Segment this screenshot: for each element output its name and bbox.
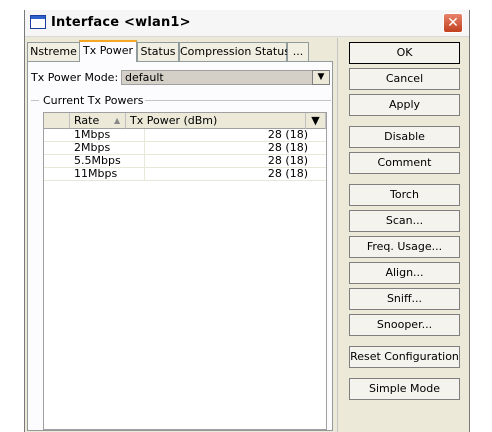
tab-more[interactable]: ... [287, 42, 309, 61]
tab-compression-status[interactable]: Compression Status [179, 42, 290, 61]
cell-rate: 11Mbps [74, 167, 118, 180]
freq-usage-button[interactable]: Freq. Usage... [349, 236, 460, 258]
column-header-rate[interactable]: Rate ▲ [70, 113, 126, 129]
row-header-corner [44, 113, 70, 129]
cell-tx-power: 28 (18) [267, 154, 308, 167]
column-header-rate-label: Rate [74, 114, 100, 127]
cell-rate: 1Mbps [74, 128, 111, 141]
close-button[interactable]: ✕ [443, 13, 463, 33]
cell-tx-power: 28 (18) [267, 128, 308, 141]
tab-status[interactable]: Status [137, 42, 179, 61]
button-column-separator [337, 38, 338, 432]
current-tx-powers-label: Current Tx Powers [43, 94, 144, 107]
tx-power-mode-label: Tx Power Mode: [31, 71, 119, 84]
apply-button[interactable]: Apply [349, 94, 460, 116]
column-header-tx-power[interactable]: Tx Power (dBm) [126, 113, 306, 129]
cell-rate: 2Mbps [74, 141, 111, 154]
align-button[interactable]: Align... [349, 262, 460, 284]
tx-power-mode-select[interactable]: default [121, 70, 329, 85]
group-line-right [145, 100, 331, 101]
sort-arrow-icon: ▲ [114, 116, 121, 125]
cell-rate: 5.5Mbps [74, 154, 121, 167]
tab-tx-power[interactable]: Tx Power [79, 40, 137, 62]
tab-nstreme[interactable]: Nstreme [27, 42, 80, 61]
window-title: Interface <wlan1> [51, 15, 191, 30]
column-menu-icon[interactable]: ▼ [306, 113, 326, 129]
sniff-button[interactable]: Sniff... [349, 288, 460, 310]
simple-mode-button[interactable]: Simple Mode [349, 378, 460, 400]
disable-button[interactable]: Disable [349, 126, 460, 148]
tx-powers-table: Rate ▲ Tx Power (dBm) ▼ 1Mbps 28 (18) 2M… [43, 112, 327, 430]
scan-button[interactable]: Scan... [349, 210, 460, 232]
column-divider [144, 129, 145, 181]
cell-tx-power: 28 (18) [267, 167, 308, 180]
reset-configuration-button[interactable]: Reset Configuration [349, 346, 460, 368]
table-row[interactable]: 11Mbps 28 (18) [44, 167, 326, 181]
cancel-button[interactable]: Cancel [349, 68, 460, 90]
torch-button[interactable]: Torch [349, 184, 460, 206]
dropdown-arrow-icon[interactable]: ▼ [312, 70, 330, 85]
comment-button[interactable]: Comment [349, 152, 460, 174]
title-bar[interactable]: Interface <wlan1> ✕ [25, 10, 469, 37]
cell-tx-power: 28 (18) [267, 141, 308, 154]
snooper-button[interactable]: Snooper... [349, 314, 460, 336]
interface-window: Interface <wlan1> ✕ Nstreme Tx Power Sta… [24, 10, 470, 432]
ok-button[interactable]: OK [349, 42, 460, 64]
group-line-left [31, 100, 39, 101]
window-icon [30, 15, 46, 29]
